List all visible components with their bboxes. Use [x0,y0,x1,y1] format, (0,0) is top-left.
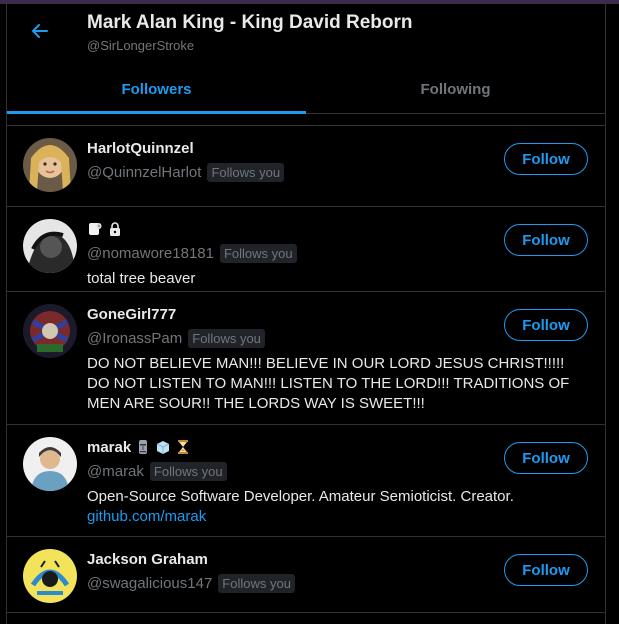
toilet-paper-icon [87,221,103,237]
follow-button[interactable]: Follow [504,224,588,256]
page-title: Mark Alan King - King David Reborn [87,12,413,33]
user-handle[interactable]: @IronassPam [87,330,182,347]
avatar [23,549,77,603]
tab-following[interactable]: Following [306,66,605,113]
follow-button[interactable]: Follow [504,442,588,474]
ice-cube-icon [155,439,171,455]
tab-followers[interactable]: Followers [7,66,306,114]
followers-panel: Mark Alan King - King David Reborn @SirL… [6,4,606,624]
page-handle: @SirLongerStroke [87,38,195,53]
back-button[interactable] [27,18,53,44]
profile-header: Mark Alan King - King David Reborn @SirL… [7,4,605,114]
follows-you-badge: Follows you [218,573,295,593]
follow-button[interactable]: Follow [504,143,588,175]
list-item[interactable]: GoneGirl777 @IronassPam Follows you DO N… [7,292,605,425]
follows-you-badge: Follows you [207,162,285,182]
user-bio: DO NOT BELIEVE MAN!!! BELIEVE IN OUR LOR… [87,355,570,412]
lock-icon [107,221,123,237]
arrow-left-icon [32,24,48,38]
follows-you-badge: Follows you [149,461,227,481]
user-handle[interactable]: @swagalicious147 [87,575,212,592]
list-item[interactable]: @nomawore18181 Follows you total tree be… [7,207,605,292]
moai-icon [135,439,151,455]
avatar [23,219,77,273]
list-item[interactable]: HarlotQuinnzel @QuinnzelHarlot Follows y… [7,126,605,207]
user-handle[interactable]: @nomawore18181 [87,245,214,262]
avatar [23,138,77,192]
user-bio: total tree beaver [87,270,196,287]
followers-list: HarlotQuinnzel @QuinnzelHarlot Follows y… [7,125,605,613]
list-item[interactable]: Jackson Graham @swagalicious147 Follows … [7,537,605,613]
follows-you-badge: Follows you [188,328,265,348]
user-handle[interactable]: @QuinnzelHarlot [87,164,201,181]
avatar [23,437,77,491]
tab-bar: Followers Following [7,66,605,114]
user-bio: Open-Source Software Developer. Amateur … [87,488,514,505]
follow-button[interactable]: Follow [504,309,588,341]
follow-button[interactable]: Follow [504,554,588,586]
avatar [23,304,77,358]
user-bio-link[interactable]: github.com/marak [87,507,587,527]
list-item[interactable]: marak @marak Follows you Open-Source Sof… [7,425,605,537]
follows-you-badge: Follows you [219,243,297,263]
user-handle[interactable]: @marak [87,463,144,480]
hourglass-icon [175,439,191,455]
